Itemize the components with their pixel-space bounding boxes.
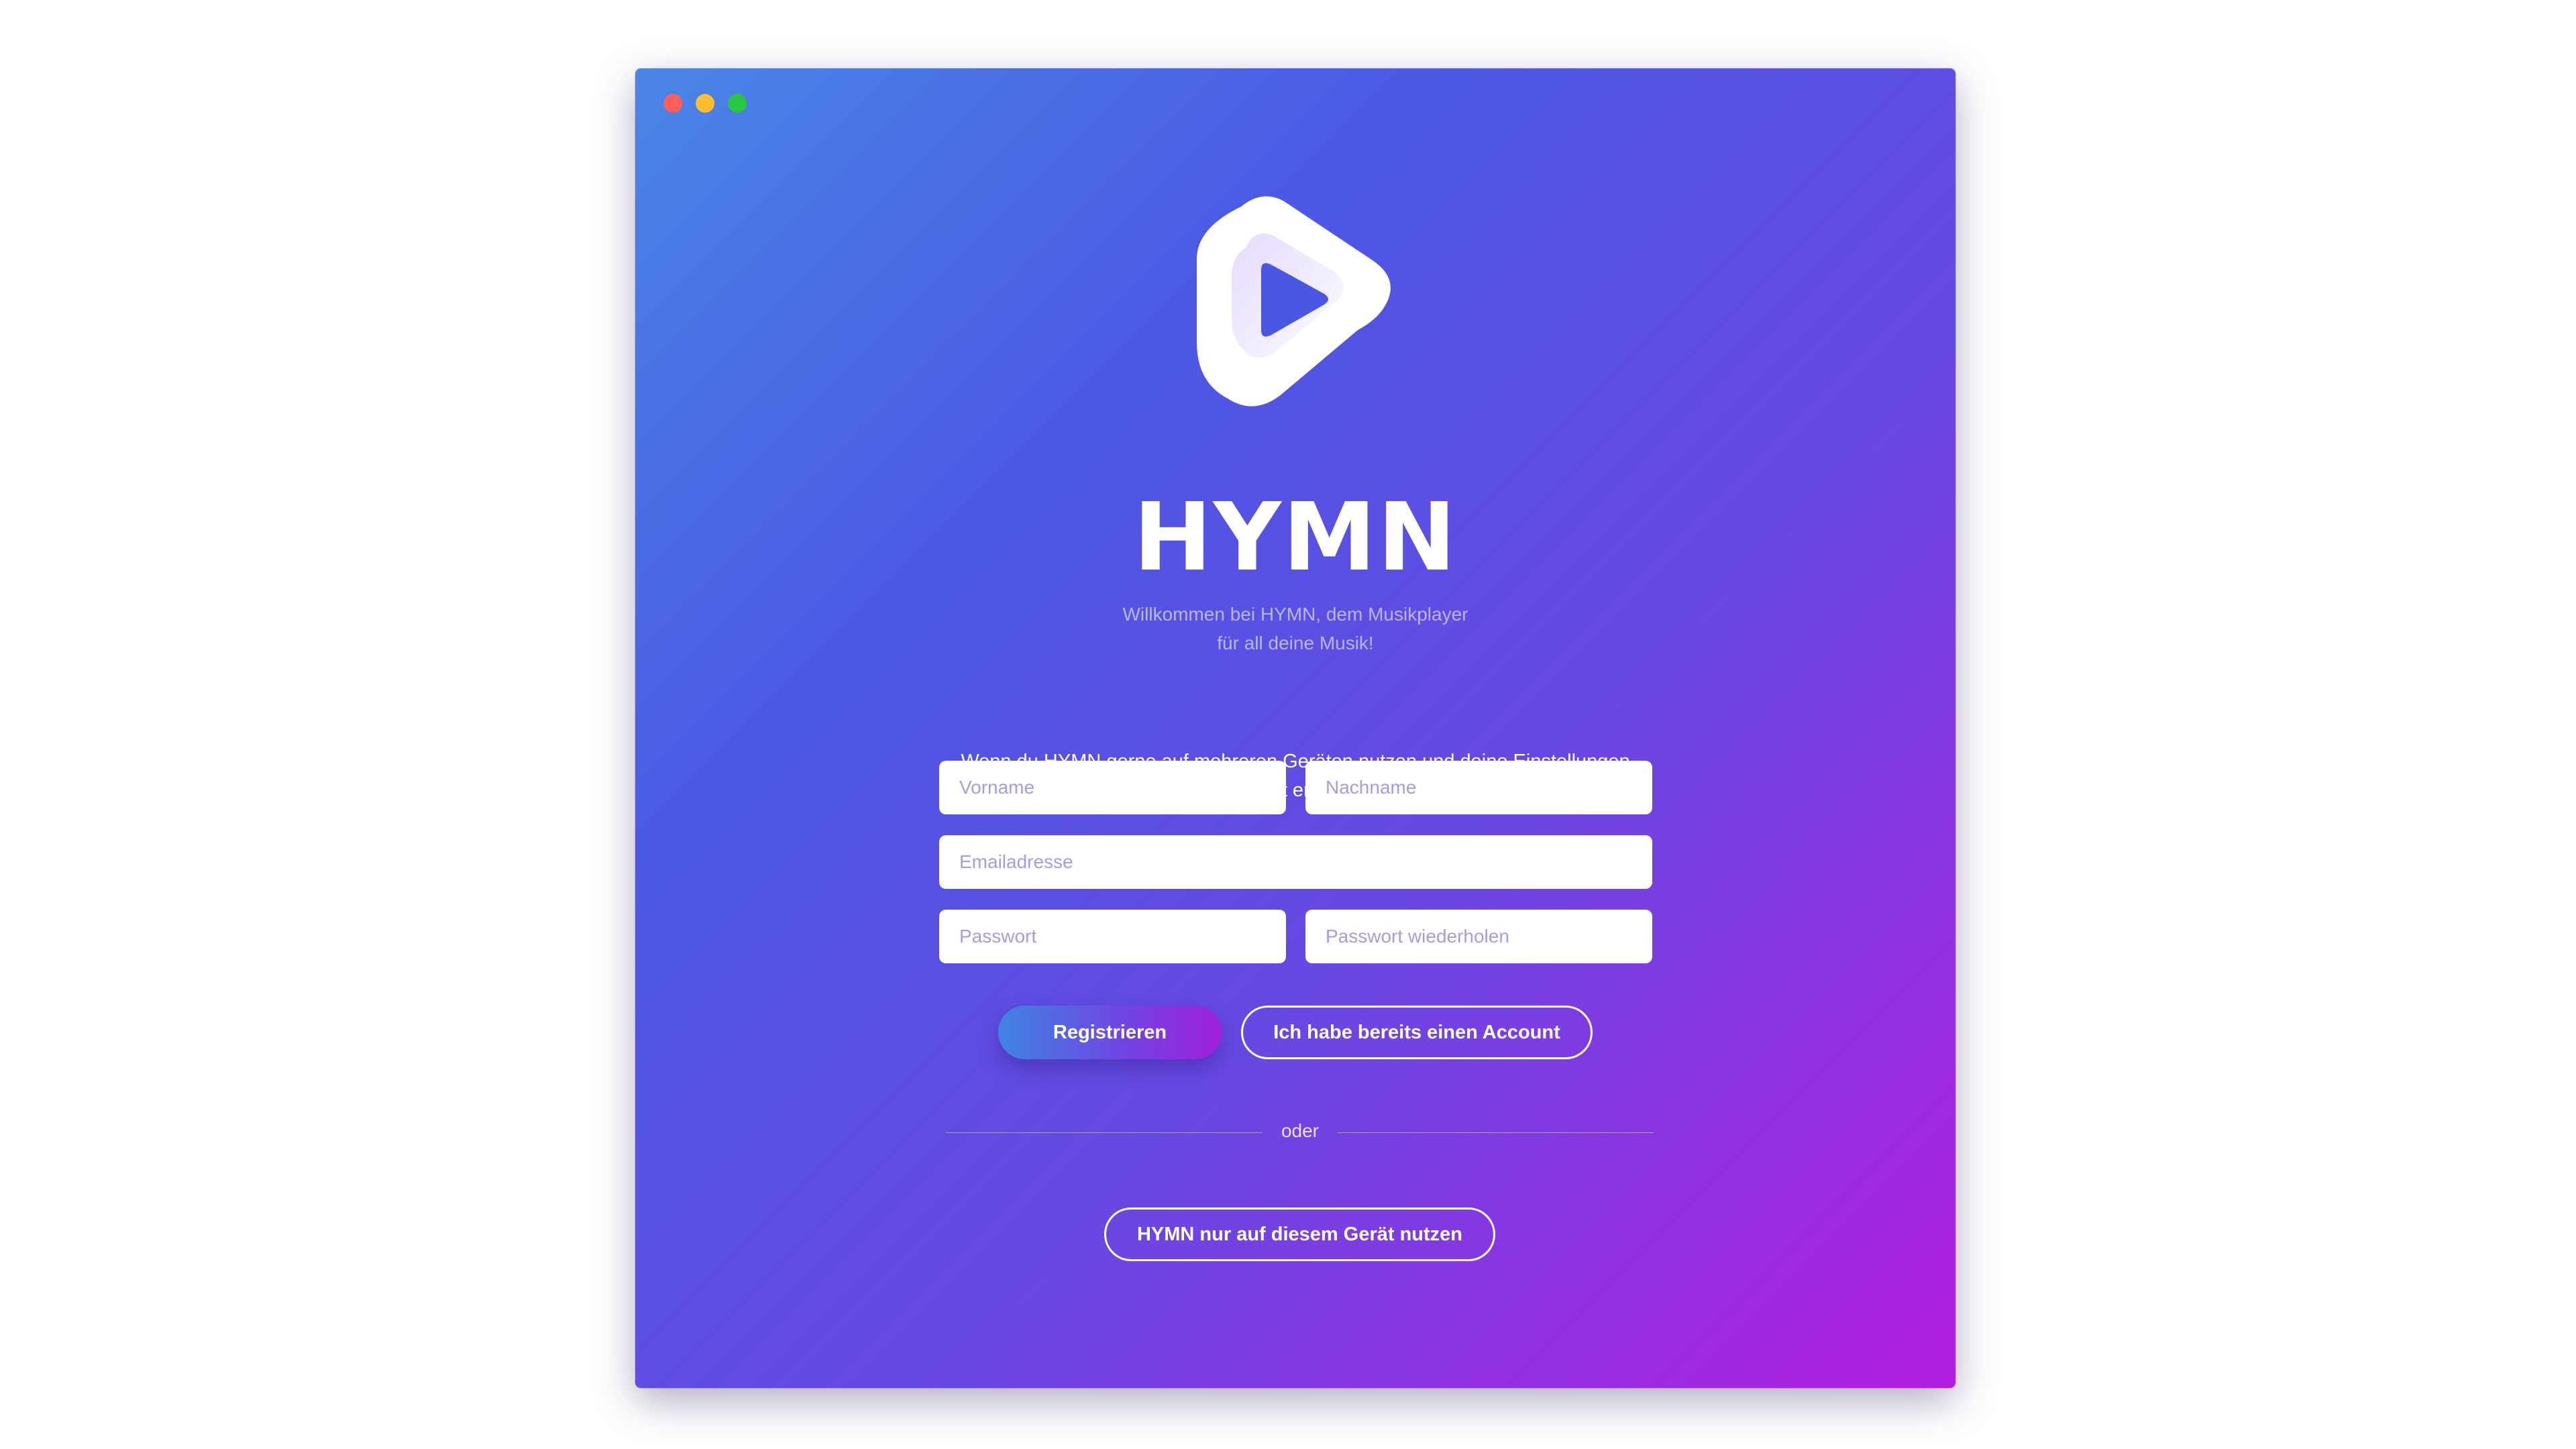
close-window-icon[interactable] — [663, 94, 682, 113]
existing-account-button[interactable]: Ich habe bereits einen Account — [1241, 1006, 1593, 1059]
tagline-line-1: Willkommen bei HYMN, dem Musikplayer — [1122, 604, 1468, 625]
register-button[interactable]: Registrieren — [998, 1006, 1222, 1059]
intro-line-2: synchronisieren möchtest erstelle jetzt … — [1067, 780, 1524, 801]
play-triangle-icon — [1197, 195, 1398, 407]
signup-intro-text: Wenn du HYMN gerne auf mehreren Geräten … — [635, 747, 1955, 805]
minimize-window-icon[interactable] — [696, 94, 714, 113]
divider-line-left — [946, 1132, 1263, 1133]
last-name-input[interactable] — [1305, 761, 1652, 814]
use-locally-button[interactable]: HYMN nur auf diesem Gerät nutzen — [1104, 1208, 1495, 1261]
welcome-tagline: Willkommen bei HYMN, dem Musikplayer für… — [635, 600, 1955, 657]
password-input[interactable] — [939, 910, 1286, 963]
tagline-line-2: für all deine Musik! — [1217, 633, 1374, 653]
app-name: HYMN — [1133, 483, 1458, 592]
password-repeat-input[interactable] — [1305, 910, 1652, 963]
first-name-input[interactable] — [939, 761, 1286, 814]
divider-label: oder — [1281, 1120, 1320, 1141]
window-controls — [663, 94, 747, 113]
intro-line-1: Wenn du HYMN gerne auf mehreren Geräten … — [961, 751, 1630, 772]
zoom-window-icon[interactable] — [728, 94, 747, 113]
divider-line-right — [1338, 1132, 1654, 1133]
desktop-background: HYMN Willkommen bei HYMN, dem Musikplaye… — [0, 0, 2576, 1449]
email-input[interactable] — [939, 835, 1652, 889]
app-window: HYMN Willkommen bei HYMN, dem Musikplaye… — [635, 68, 1955, 1388]
